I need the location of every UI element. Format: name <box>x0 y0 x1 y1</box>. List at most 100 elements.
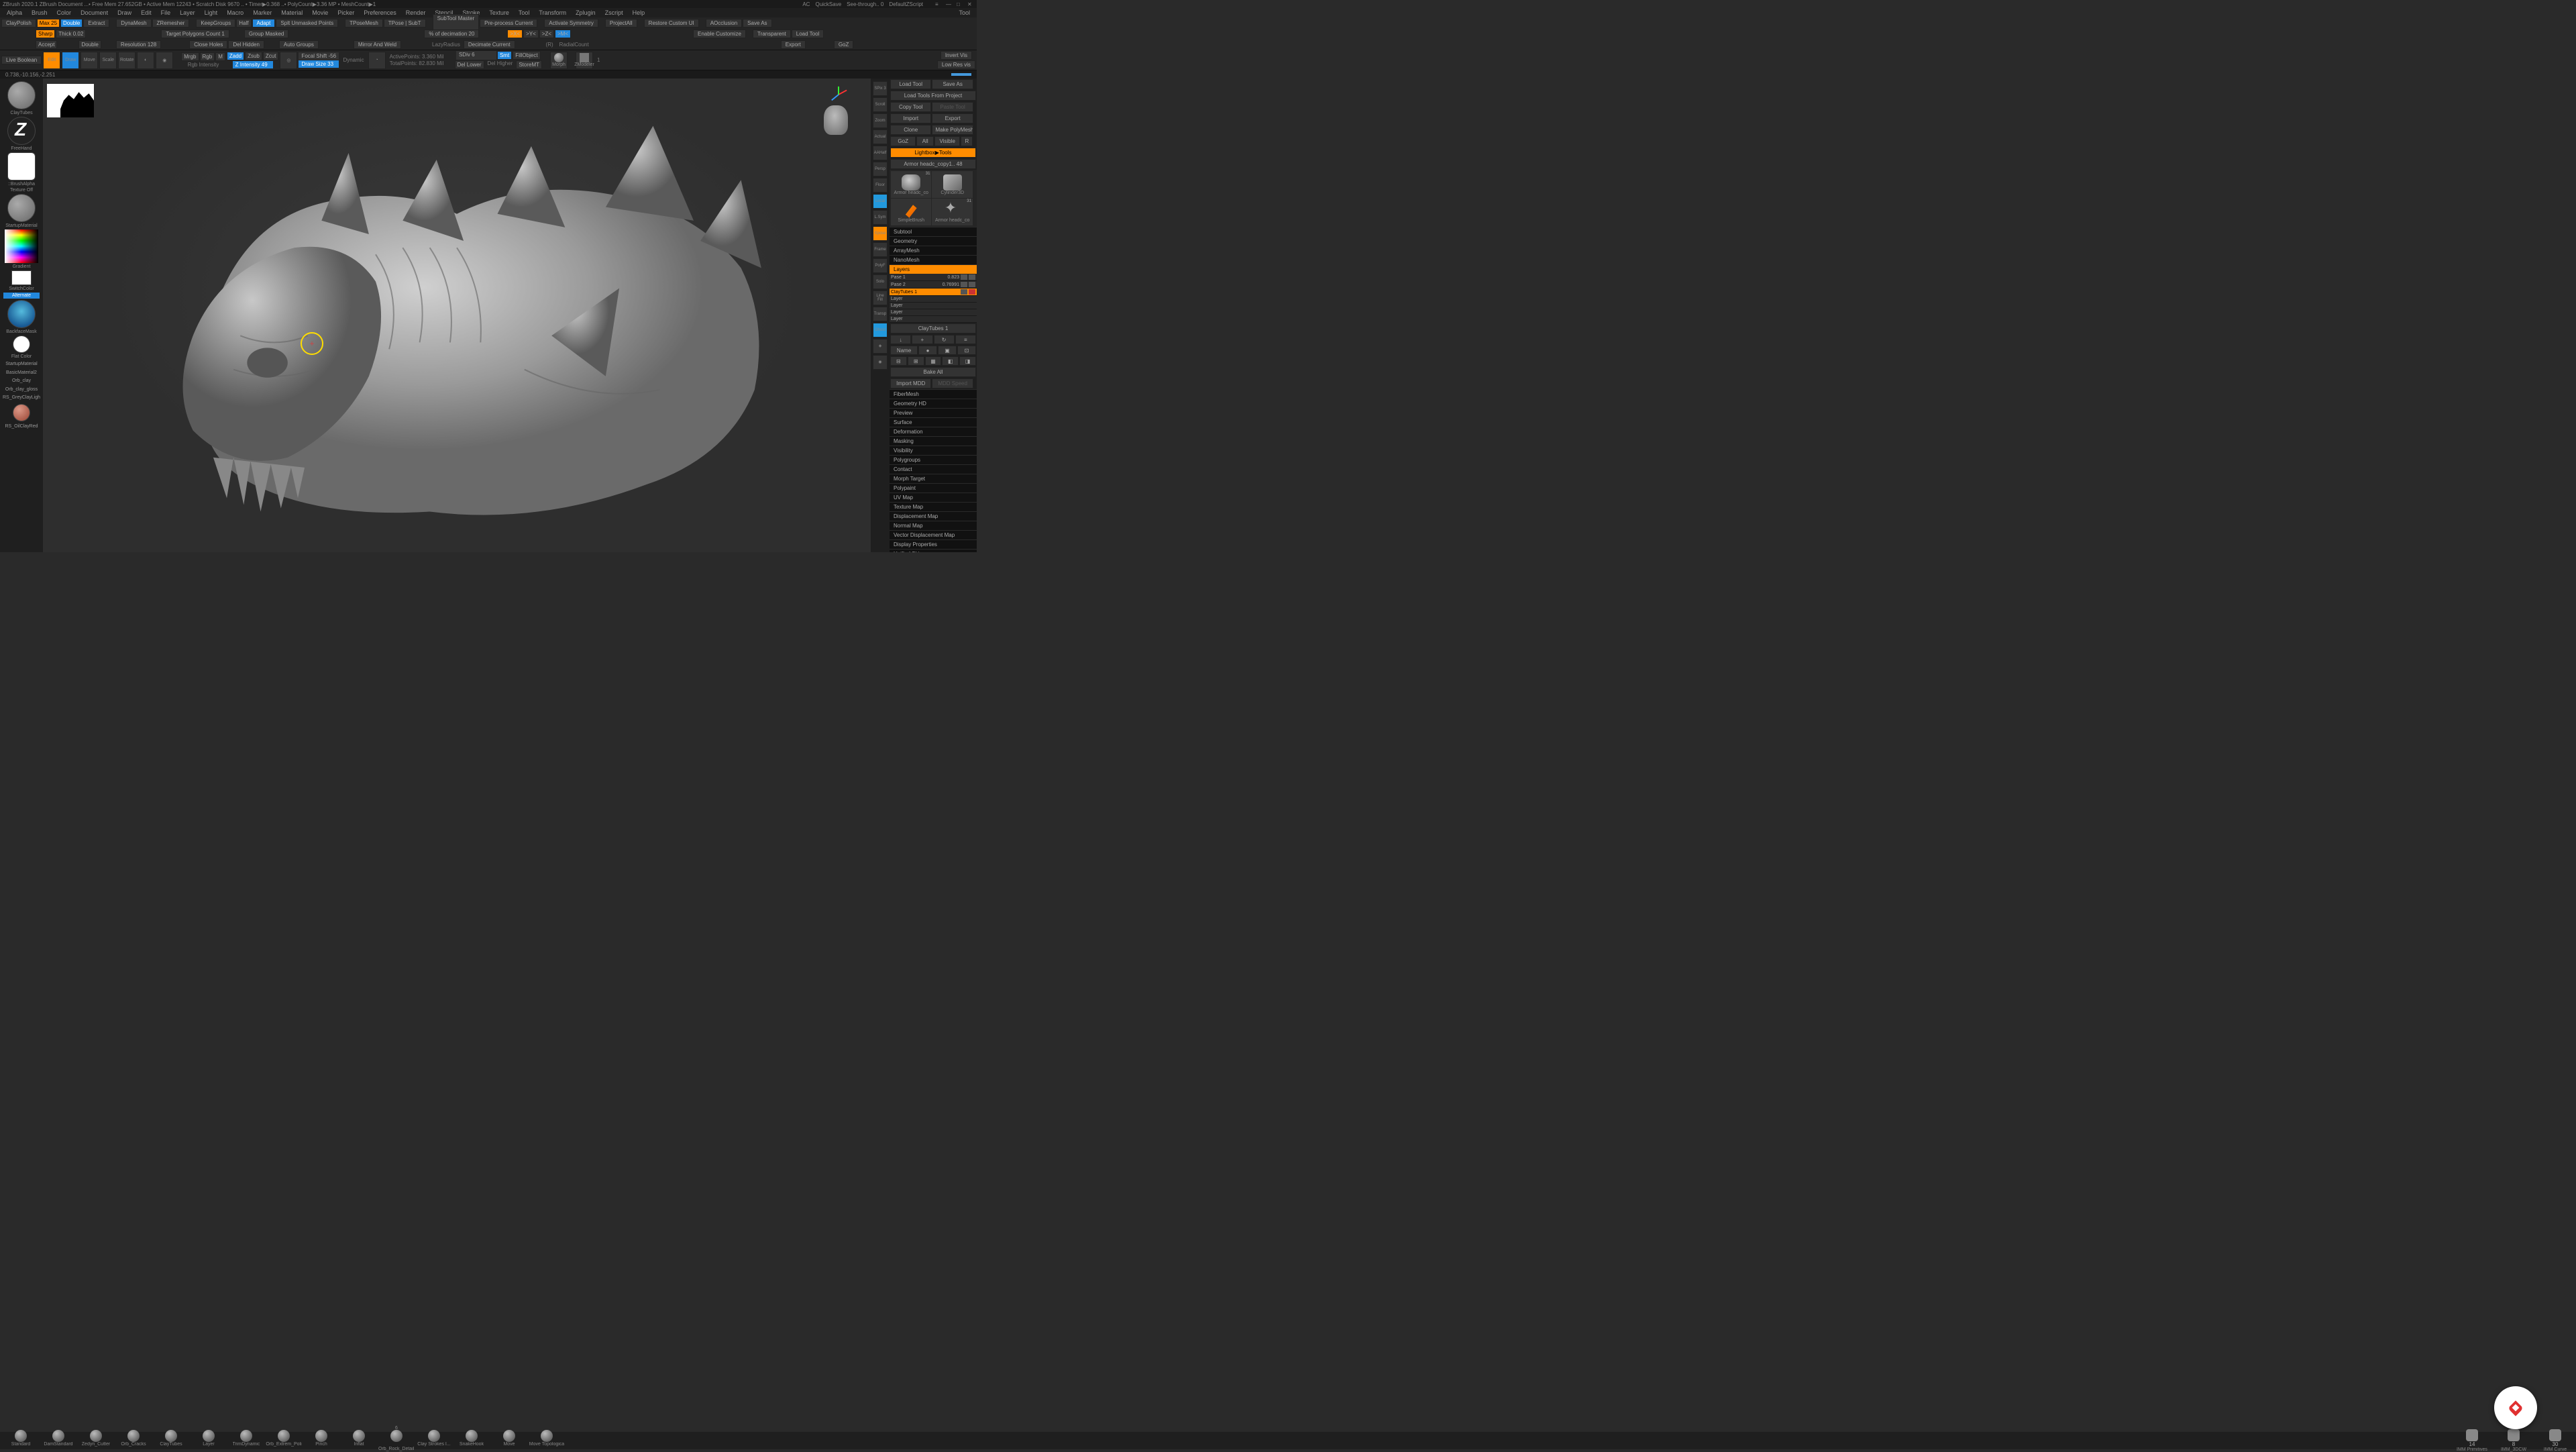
menu-zplugin[interactable]: Zplugin <box>572 9 600 16</box>
shelf-brush-9[interactable]: Inflat <box>341 1430 377 1451</box>
gradient-label[interactable]: Gradient <box>13 264 31 269</box>
export-button-top[interactable]: Export <box>781 40 806 49</box>
section-polygroups[interactable]: Polygroups <box>890 455 977 464</box>
scroll-button[interactable]: Scroll <box>873 97 888 112</box>
material-item-4[interactable]: RS_GreyClayLigh <box>3 394 40 403</box>
rp-copy-tool[interactable]: Copy Tool <box>890 102 931 112</box>
sharp-slider[interactable]: Sharp <box>36 30 55 38</box>
rp-goz[interactable]: GoZ <box>890 136 916 146</box>
imm-curve[interactable]: 30IMM Curve <box>2537 1429 2573 1452</box>
section-uv-map[interactable]: UV Map <box>890 492 977 502</box>
layer-row-6[interactable]: Layer <box>890 316 977 323</box>
menu-marker[interactable]: Marker <box>249 9 276 16</box>
shelf-brush-8[interactable]: Pinch <box>303 1430 339 1451</box>
xpose-button[interactable]: Xpose <box>873 226 888 241</box>
section-unified-skin[interactable]: Unified Skin <box>890 549 977 552</box>
dynamic-label[interactable]: Dynamic <box>340 57 366 63</box>
menu-color[interactable]: Color <box>53 9 76 16</box>
tool-header[interactable]: Tool <box>955 9 974 16</box>
focal-shift-slider[interactable]: Focal Shift -56 <box>299 52 339 60</box>
tool-slot-1[interactable]: Cylinder3D <box>932 171 972 198</box>
rotate-mode-button[interactable]: Rotate <box>118 52 136 69</box>
scale-mode-button[interactable]: Scale <box>99 52 117 69</box>
menu-alpha[interactable]: Alpha <box>3 9 26 16</box>
section-polypaint[interactable]: Polypaint <box>890 483 977 492</box>
tool-slot-2[interactable]: SimpleBrush <box>891 199 931 225</box>
axis-gizmo[interactable] <box>829 85 848 104</box>
mrgb-toggle[interactable]: Mrgb <box>181 52 199 61</box>
section-deformation[interactable]: Deformation <box>890 427 977 436</box>
menu-tool[interactable]: Tool <box>515 9 534 16</box>
gizmo-icon[interactable]: ◐ <box>137 52 154 69</box>
accept-button[interactable]: Accept <box>36 40 57 49</box>
rp-lightbox[interactable]: Lightbox▶Tools <box>890 148 976 158</box>
layer-rec-icon[interactable]: ● <box>918 346 937 355</box>
rp-load-tool[interactable]: Load Tool <box>890 79 931 89</box>
tool-slot-0[interactable]: 31Armor headc_co <box>891 171 931 198</box>
rp-clone[interactable]: Clone <box>890 125 931 135</box>
shelf-brush-4[interactable]: ClayTubes <box>153 1430 189 1451</box>
section-fibermesh[interactable]: FiberMesh <box>890 389 977 399</box>
material-item-3[interactable]: Orb_clay_gloss <box>3 386 40 395</box>
del-lower-button[interactable]: Del Lower <box>455 60 484 69</box>
floor-toggle[interactable]: Floor <box>873 178 888 193</box>
tposesubt-button[interactable]: TPose | SubT <box>384 19 426 28</box>
section-vector-displacement-map[interactable]: Vector Displacement Map <box>890 530 977 539</box>
shelf-brush-2[interactable]: Zedyn_Cutter <box>78 1430 114 1451</box>
material-item-0[interactable]: StartupMaterial <box>3 360 40 369</box>
shelf-brush-6[interactable]: TrimDynamic <box>228 1430 264 1451</box>
stroke-thumbnail[interactable] <box>7 117 36 145</box>
sym-y-toggle[interactable]: >Y< <box>523 30 539 38</box>
target-polycount-slider[interactable]: Target Polygons Count 1 <box>161 30 229 38</box>
keepgroups-toggle[interactable]: KeepGroups <box>196 19 235 28</box>
section-displacement-map[interactable]: Displacement Map <box>890 511 977 521</box>
menu-movie[interactable]: Movie <box>308 9 332 16</box>
zsub-toggle[interactable]: Zsub <box>245 52 262 60</box>
minimize-icon[interactable]: — <box>946 1 953 7</box>
section-nanomesh[interactable]: NanoMesh <box>890 255 977 264</box>
imm-primitives[interactable]: 14IMM Primitives <box>2454 1429 2490 1452</box>
double-toggle[interactable]: Double <box>60 19 83 28</box>
material-item-5[interactable]: RS_OilClayRed <box>3 423 40 431</box>
decimate-current-button[interactable]: Decimate Current <box>464 40 515 49</box>
adapt-toggle[interactable]: Adapt <box>252 19 276 28</box>
focal-icon[interactable]: ◎ <box>280 52 297 69</box>
section-morph-target[interactable]: Morph Target <box>890 474 977 483</box>
zcut-toggle[interactable]: Zcut <box>263 52 279 60</box>
backface-mask-thumbnail[interactable] <box>7 300 36 328</box>
layer-row-0[interactable]: Pase 10.823 <box>890 274 977 281</box>
menu-brush[interactable]: Brush <box>28 9 52 16</box>
flat-color-swatch[interactable] <box>13 335 30 353</box>
menu-draw[interactable]: Draw <box>113 9 136 16</box>
switch-color-label[interactable]: SwitchColor <box>9 287 34 291</box>
eye-icon[interactable] <box>961 282 967 287</box>
menu-help[interactable]: Help <box>629 9 649 16</box>
close-icon[interactable]: ✕ <box>967 1 974 7</box>
m-toggle[interactable]: M <box>215 52 225 61</box>
frame-button[interactable]: Frame <box>873 242 888 257</box>
spix-slider[interactable]: SPix 3 <box>873 81 888 96</box>
auto-groups-button[interactable]: Auto Groups <box>279 40 319 49</box>
fillobject-button[interactable]: FillObject <box>513 51 540 60</box>
mirror-weld-button[interactable]: Mirror And Weld <box>354 40 401 49</box>
resolution-slider[interactable]: Resolution 128 <box>116 40 161 49</box>
max-slider[interactable]: Max 25 <box>37 19 60 28</box>
menu-picker[interactable]: Picker <box>333 9 358 16</box>
section-arraymesh[interactable]: ArrayMesh <box>890 246 977 255</box>
shelf-brush-1[interactable]: DamStandard <box>40 1430 76 1451</box>
rgb-intensity-slider[interactable]: Rgb Intensity <box>185 62 222 68</box>
restore-ui-button[interactable]: Restore Custom UI <box>644 19 699 28</box>
seethrough-slider[interactable]: See-through.. 0 <box>847 1 883 7</box>
eye-icon[interactable] <box>961 274 967 280</box>
camera-head-preview[interactable] <box>824 105 848 135</box>
menu-render[interactable]: Render <box>402 9 430 16</box>
material-thumbnail[interactable] <box>7 194 36 222</box>
alpha-thumbnail[interactable] <box>7 152 36 180</box>
transparent-toggle[interactable]: Transparent <box>753 30 791 38</box>
draw-mode-button[interactable]: Draw <box>62 52 79 69</box>
preprocess-button[interactable]: Pre-process Current <box>480 19 537 28</box>
layer-row-3[interactable]: Layer <box>890 296 977 303</box>
section-layers[interactable]: Layers <box>890 264 977 274</box>
shelf-brush-11[interactable]: Clay Strokes I... <box>416 1430 452 1451</box>
layer-ic-1[interactable]: ⊞ <box>908 356 924 366</box>
